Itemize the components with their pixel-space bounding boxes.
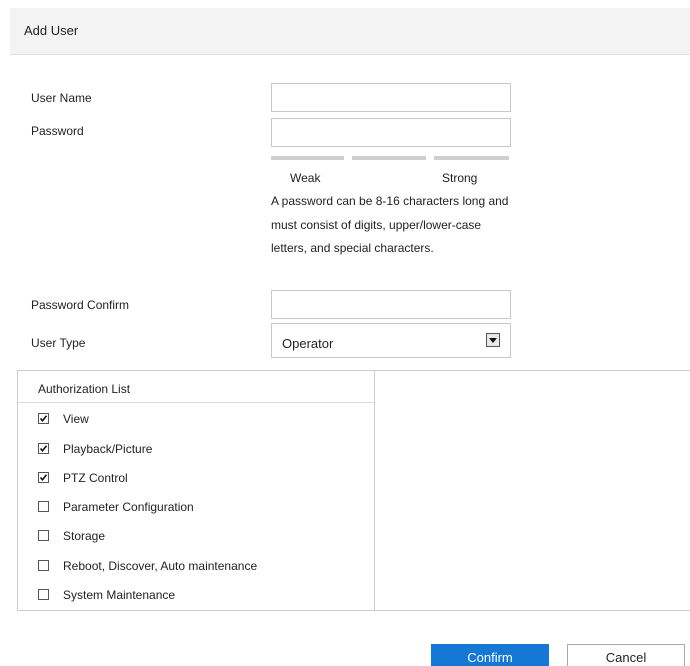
- dialog-title: Add User: [24, 23, 79, 38]
- auth-item-label: View: [63, 412, 89, 426]
- authorization-list-title: Authorization List: [38, 382, 131, 396]
- authorization-divider: [374, 371, 375, 610]
- user-name-label: User Name: [31, 91, 92, 105]
- auth-item-label: Parameter Configuration: [63, 500, 194, 514]
- password-input[interactable]: [271, 118, 511, 147]
- user-type-value: Operator: [282, 336, 334, 351]
- check-icon: [39, 415, 48, 423]
- checkbox-unchecked[interactable]: [38, 589, 49, 600]
- checkbox-unchecked[interactable]: [38, 501, 49, 512]
- cancel-button[interactable]: Cancel: [567, 644, 685, 666]
- auth-item-label: System Maintenance: [63, 588, 176, 602]
- password-confirm-input[interactable]: [271, 290, 511, 319]
- strength-strong-label: Strong: [442, 171, 478, 185]
- confirm-button[interactable]: Confirm: [431, 644, 549, 666]
- dropdown-arrow-icon[interactable]: [486, 333, 500, 347]
- strength-bar-strong: [434, 156, 509, 160]
- checkbox-checked[interactable]: [38, 472, 49, 483]
- checkbox-checked[interactable]: [38, 413, 49, 424]
- strength-bar-medium: [352, 156, 426, 160]
- authorization-list: Authorization List View Playback/Picture…: [17, 370, 690, 611]
- checkbox-unchecked[interactable]: [38, 530, 49, 541]
- auth-item-label: Playback/Picture: [63, 442, 153, 456]
- strength-bar-weak: [271, 156, 344, 160]
- add-user-dialog: Add User User Name Password Weak Strong …: [0, 0, 690, 666]
- dialog-title-bar: Add User: [10, 8, 690, 55]
- auth-item-label: PTZ Control: [63, 471, 128, 485]
- auth-item-label: Storage: [63, 529, 106, 543]
- strength-weak-label: Weak: [290, 171, 321, 185]
- authorization-list-header: Authorization List: [18, 371, 374, 403]
- user-type-select[interactable]: Operator: [271, 323, 511, 358]
- user-type-label: User Type: [31, 336, 86, 350]
- password-label: Password: [31, 124, 84, 138]
- password-hint: A password can be 8-16 characters long a…: [271, 194, 509, 255]
- user-name-input[interactable]: [271, 83, 511, 112]
- auth-item-label: Reboot, Discover, Auto maintenance: [63, 559, 258, 573]
- checkbox-unchecked[interactable]: [38, 560, 49, 571]
- check-icon: [39, 474, 48, 482]
- check-icon: [39, 445, 48, 453]
- checkbox-checked[interactable]: [38, 443, 49, 454]
- password-confirm-label: Password Confirm: [31, 298, 130, 312]
